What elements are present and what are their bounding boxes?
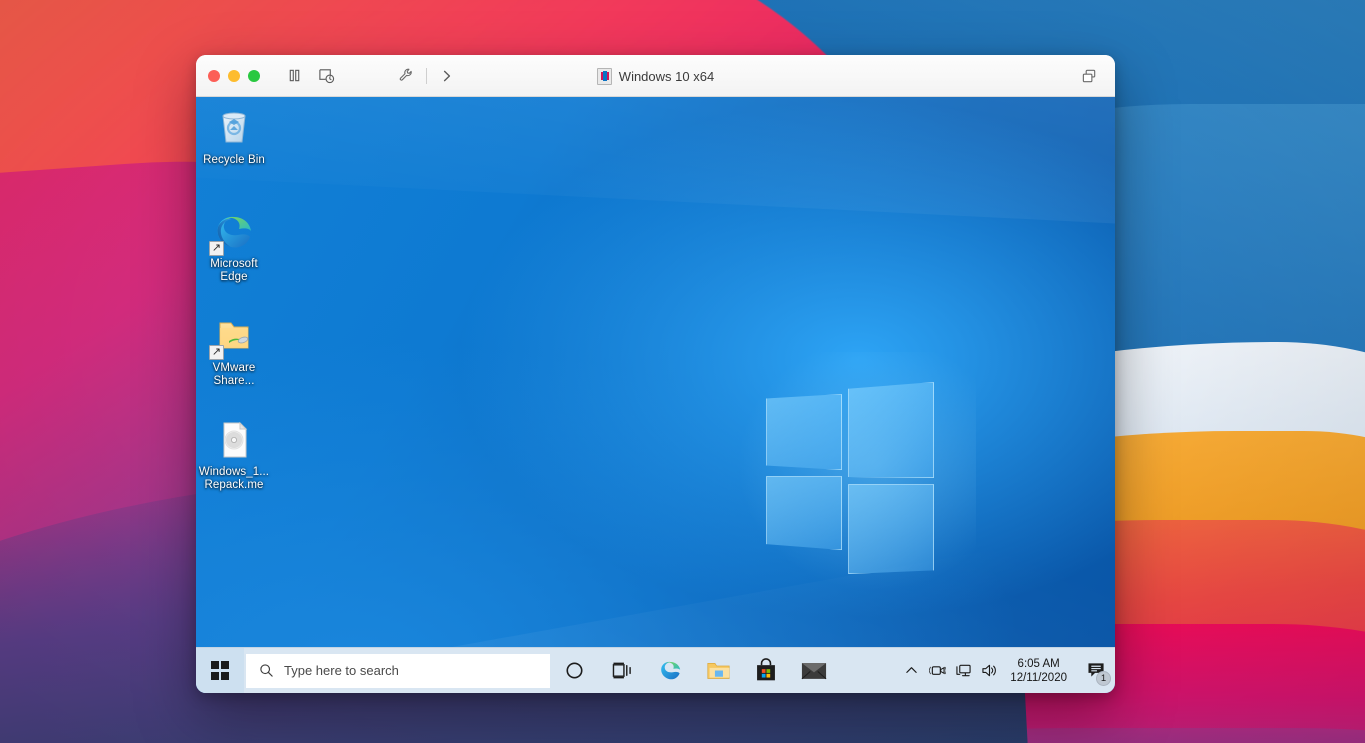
- mail-envelope-icon: [801, 662, 827, 679]
- taskbar-mail-button[interactable]: [790, 648, 838, 694]
- desktop-icon-label-line2: Share...: [213, 375, 255, 387]
- disc-image-icon: [211, 417, 257, 463]
- logo-pane-top-right: [848, 382, 934, 478]
- taskbar-edge-button[interactable]: [646, 648, 694, 694]
- volume-button[interactable]: [976, 648, 1002, 694]
- search-input[interactable]: Type here to search: [246, 653, 550, 688]
- window-titlebar[interactable]: Windows 10 x64: [196, 55, 1115, 97]
- traffic-light-buttons[interactable]: [208, 69, 260, 82]
- settings-wrench-icon[interactable]: [392, 63, 420, 89]
- desktop-icon-vmware-share[interactable]: ↗ VMware Share...: [196, 313, 272, 388]
- shared-folder-icon: ↗: [209, 313, 257, 360]
- monitor-network-icon: [956, 664, 971, 677]
- taskbar-microsoft-store-button[interactable]: [742, 648, 790, 694]
- vmware-fusion-window[interactable]: Windows 10 x64 Recycle Bin ↗ Microsoft E…: [196, 55, 1115, 693]
- vm-tools-group[interactable]: [392, 63, 461, 89]
- folder-icon: [706, 663, 730, 679]
- toolbar-divider: [426, 67, 427, 84]
- edge-icon: [660, 661, 680, 680]
- edge-icon: ↗: [209, 209, 257, 256]
- close-button[interactable]: [208, 69, 220, 82]
- meet-now-button[interactable]: [924, 648, 950, 694]
- pause-icon[interactable]: [280, 63, 308, 89]
- start-button[interactable]: [196, 647, 244, 693]
- desktop-icon-label-line1: Microsoft: [210, 258, 258, 270]
- recycle-bin-icon: [211, 105, 257, 151]
- vm-file-icon: [596, 67, 612, 85]
- desktop-icon-label-line2: Repack.me: [204, 479, 264, 491]
- camera-icon: [928, 666, 946, 675]
- search-placeholder: Type here to search: [284, 663, 399, 678]
- search-icon: [260, 664, 273, 677]
- shortcut-overlay-icon: ↗: [209, 241, 224, 256]
- cortana-circle-icon: [565, 662, 583, 679]
- windows-logo-icon: [210, 661, 230, 680]
- show-hidden-icons-button[interactable]: [898, 648, 924, 694]
- minimize-button[interactable]: [228, 69, 240, 82]
- maximize-button[interactable]: [248, 69, 260, 82]
- desktop-icon-label: Recycle Bin: [203, 154, 265, 166]
- desktop-icon-windows-repack[interactable]: Windows_1... Repack.me: [196, 417, 272, 492]
- clock-time: 6:05 AM: [1017, 657, 1060, 670]
- vm-controls-group[interactable]: [280, 63, 340, 89]
- chevron-up-icon: [906, 667, 917, 673]
- taskbar-cortana-button[interactable]: [550, 648, 598, 694]
- taskbar-file-explorer-button[interactable]: [694, 648, 742, 694]
- action-center-button[interactable]: 1: [1077, 648, 1115, 694]
- window-right-controls[interactable]: [1075, 55, 1103, 97]
- taskbar-task-view-button[interactable]: [598, 648, 646, 694]
- logo-pane-bottom-right: [848, 484, 934, 574]
- taskbar-clock[interactable]: 6:05 AM 12/11/2020: [1002, 657, 1077, 685]
- snapshot-icon[interactable]: [312, 63, 340, 89]
- logo-pane-top-left: [766, 394, 842, 470]
- windows-guest-screen[interactable]: Recycle Bin ↗ Microsoft Edge ↗ VMware Sh…: [196, 97, 1115, 693]
- desktop-icon-label-line1: VMware: [212, 362, 256, 374]
- speaker-icon: [982, 664, 996, 677]
- notification-badge: 1: [1096, 670, 1111, 686]
- shortcut-overlay-icon: ↗: [209, 345, 224, 360]
- windows-logo-wallpaper: [726, 352, 976, 602]
- desktop-icon-label-line1: Windows_1...: [198, 466, 270, 478]
- desktop-icon-microsoft-edge[interactable]: ↗ Microsoft Edge: [196, 209, 272, 284]
- logo-pane-bottom-left: [766, 476, 842, 550]
- desktop-icon-recycle-bin[interactable]: Recycle Bin: [196, 105, 272, 167]
- clock-date: 12/11/2020: [1010, 671, 1067, 684]
- window-title: Windows 10 x64: [618, 68, 715, 84]
- store-bag-icon: [757, 658, 775, 681]
- system-tray[interactable]: 6:05 AM 12/11/2020 1: [898, 648, 1115, 694]
- unity-view-icon[interactable]: [1075, 63, 1103, 89]
- task-view-icon: [612, 662, 631, 679]
- desktop-icon-label-line2: Edge: [220, 271, 248, 283]
- network-button[interactable]: [950, 648, 976, 694]
- windows-taskbar[interactable]: Type here to search 6:05 AM 12/11/2020 1: [196, 647, 1115, 693]
- show-more-chevron-icon[interactable]: [433, 63, 461, 89]
